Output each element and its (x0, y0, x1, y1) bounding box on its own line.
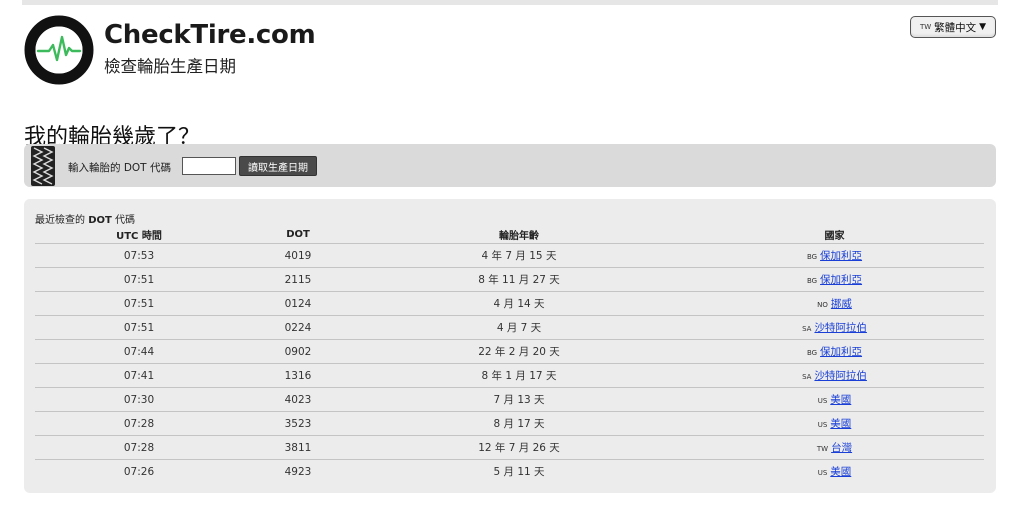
country-link[interactable]: 保加利亞 (820, 250, 862, 262)
table-row: 07:28 3523 8 月 17 天 US 美國 (35, 411, 984, 436)
cell-country: TW 台灣 (685, 435, 984, 460)
country-code: US (817, 469, 828, 477)
cell-time: 07:30 (35, 387, 243, 412)
cell-country: BG 保加利亞 (685, 243, 984, 268)
read-production-date-button[interactable]: 讀取生產日期 (239, 156, 317, 176)
cell-country: BG 保加利亞 (685, 339, 984, 364)
cell-country: US 美國 (685, 460, 984, 484)
cell-dot: 0124 (243, 291, 353, 316)
cell-age: 8 年 11 月 27 天 (353, 267, 685, 292)
country-code: US (817, 397, 828, 405)
table-row: 07:51 2115 8 年 11 月 27 天 BG 保加利亞 (35, 267, 984, 292)
table-row: 07:53 4019 4 年 7 月 15 天 BG 保加利亞 (35, 243, 984, 268)
cell-dot: 1316 (243, 363, 353, 388)
cell-dot: 2115 (243, 267, 353, 292)
country-link[interactable]: 美國 (830, 394, 851, 406)
table-row: 07:30 4023 7 月 13 天 US 美國 (35, 387, 984, 412)
cell-dot: 0902 (243, 339, 353, 364)
column-header-country: 國家 (685, 225, 984, 244)
table-row: 07:51 0224 4 月 7 天 SA 沙特阿拉伯 (35, 315, 984, 340)
cell-dot: 0224 (243, 315, 353, 340)
cell-time: 07:41 (35, 363, 243, 388)
table-row: 07:51 0124 4 月 14 天 NO 挪威 (35, 291, 984, 316)
country-link[interactable]: 沙特阿拉伯 (814, 370, 867, 382)
cell-time: 07:51 (35, 315, 243, 340)
cell-country: SA 沙特阿拉伯 (685, 363, 984, 388)
country-code: BG (806, 349, 818, 357)
cell-dot: 4019 (243, 243, 353, 268)
cell-dot: 3811 (243, 435, 353, 460)
cell-time: 07:51 (35, 267, 243, 292)
country-code: TW (816, 445, 829, 453)
recent-checks-table: UTC 時間 DOT 輪胎年齡 國家 07:53 4019 4 年 7 月 15… (35, 225, 984, 483)
country-code: BG (806, 253, 818, 261)
recent-checks-panel: 最近檢查的 DOT 代碼 UTC 時間 DOT 輪胎年齡 國家 07:53 40… (24, 199, 996, 493)
column-header-dot: DOT (243, 225, 353, 244)
cell-time: 07:53 (35, 243, 243, 268)
country-link[interactable]: 沙特阿拉伯 (814, 322, 867, 334)
table-row: 07:41 1316 8 年 1 月 17 天 SA 沙特阿拉伯 (35, 363, 984, 388)
brand-name[interactable]: CheckTire.com (104, 20, 316, 50)
country-link[interactable]: 美國 (830, 466, 851, 478)
cell-country: NO 挪威 (685, 291, 984, 316)
cell-dot: 4923 (284, 465, 312, 478)
country-code: BG (806, 277, 818, 285)
language-code: TW (919, 23, 932, 31)
country-link[interactable]: 台灣 (831, 442, 852, 454)
brand-tagline: 檢查輪胎生產日期 (104, 57, 236, 76)
language-selector[interactable]: TW 繁體中文 ▼ (910, 16, 996, 38)
column-header-time: UTC 時間 (35, 225, 243, 244)
cell-age: 8 月 17 天 (353, 411, 685, 436)
table-header-row: UTC 時間 DOT 輪胎年齡 國家 (35, 225, 984, 244)
cell-country: US 美國 (685, 387, 984, 412)
language-label: 繁體中文 (934, 21, 977, 34)
cell-age: 22 年 2 月 20 天 (353, 339, 685, 364)
cell-country: BG 保加利亞 (685, 267, 984, 292)
country-link[interactable]: 保加利亞 (820, 274, 862, 286)
country-link[interactable]: 美國 (830, 418, 851, 430)
recent-checks-title: 最近檢查的 DOT 代碼 (35, 211, 135, 226)
tire-tread-icon (31, 146, 55, 186)
cell-age: 8 年 1 月 17 天 (353, 363, 685, 388)
cell-time: 07:26 (123, 465, 155, 478)
cell-country: SA 沙特阿拉伯 (685, 315, 984, 340)
cell-age: 4 月 14 天 (353, 291, 685, 316)
top-strip (22, 0, 998, 5)
country-code: SA (802, 373, 812, 381)
country-link[interactable]: 挪威 (831, 298, 852, 310)
cell-time: 07:51 (35, 291, 243, 316)
triangle-down-icon: ▼ (979, 22, 987, 32)
country-code: SA (802, 325, 812, 333)
cell-country: US 美國 (685, 411, 984, 436)
dot-search-panel: 輸入輪胎的 DOT 代碼 讀取生產日期 (24, 144, 996, 187)
dot-code-label: 輸入輪胎的 DOT 代碼 (68, 162, 171, 174)
cell-age: 7 月 13 天 (353, 387, 685, 412)
cell-dot: 3523 (243, 411, 353, 436)
country-link[interactable]: 保加利亞 (820, 346, 862, 358)
country-code: NO (817, 301, 828, 309)
table-row: 07:44 0902 22 年 2 月 20 天 BG 保加利亞 (35, 339, 984, 364)
country-code: US (817, 421, 828, 429)
tire-heartbeat-logo-icon[interactable] (24, 15, 94, 85)
table-row: 07:26 4923 5 月 11 天 US 美國 (35, 460, 984, 484)
cell-time: 07:28 (35, 435, 243, 460)
dot-code-input[interactable] (182, 157, 236, 175)
cell-age: 4 年 7 月 15 天 (353, 243, 685, 268)
cell-age: 5 月 11 天 (493, 466, 545, 478)
cell-age: 4 月 7 天 (353, 315, 685, 340)
cell-age: 12 年 7 月 26 天 (353, 435, 685, 460)
cell-dot: 4023 (243, 387, 353, 412)
column-header-age: 輪胎年齡 (353, 225, 685, 244)
cell-time: 07:28 (35, 411, 243, 436)
table-row: 07:28 3811 12 年 7 月 26 天 TW 台灣 (35, 435, 984, 460)
cell-time: 07:44 (35, 339, 243, 364)
